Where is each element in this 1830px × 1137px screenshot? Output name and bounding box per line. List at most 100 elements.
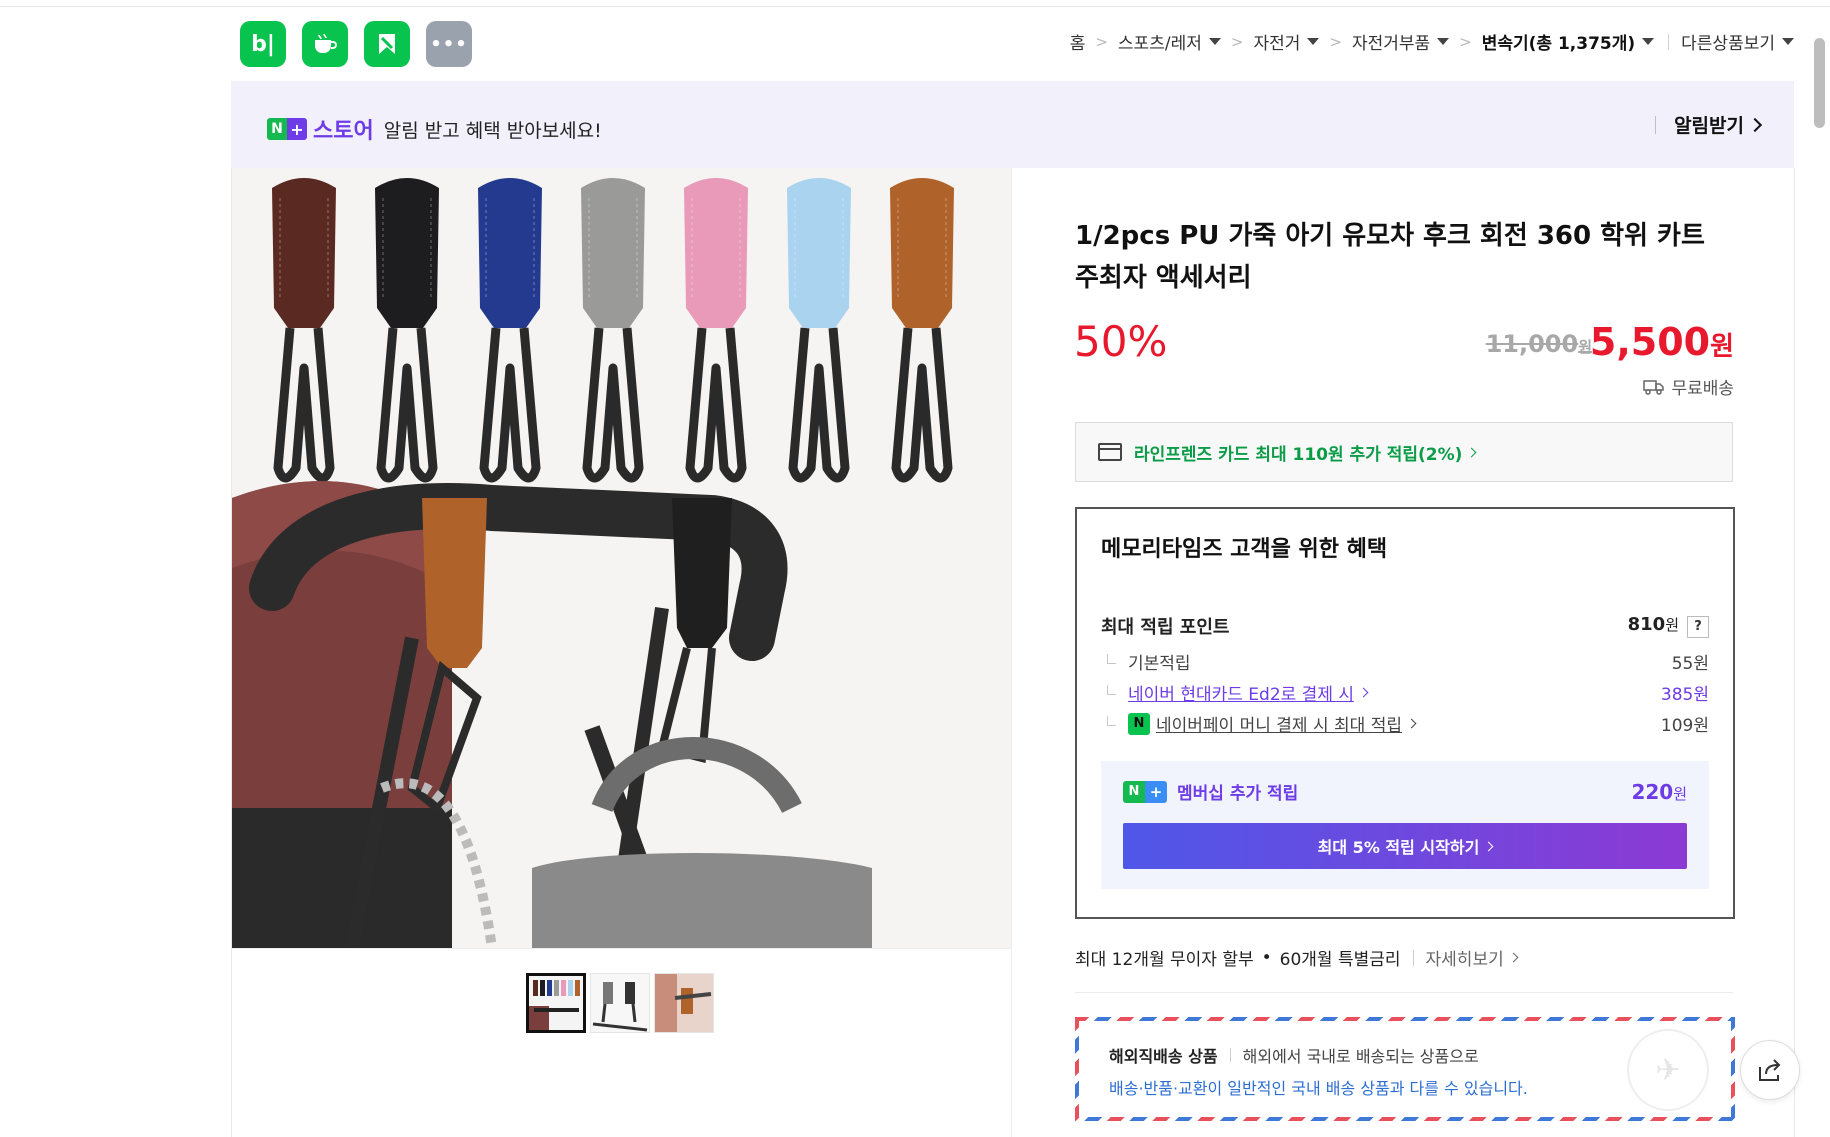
breadcrumb-home[interactable]: 홈 [1070, 29, 1086, 54]
caret-down-icon[interactable] [1782, 38, 1794, 45]
chevron-right-icon [1747, 117, 1763, 132]
blog-app-icon[interactable]: b| [240, 21, 286, 67]
product-title: 1/2pcs PU 가죽 아기 유모차 후크 회전 360 학위 카트 주최자 … [1075, 221, 1705, 293]
card-promo-banner[interactable]: 라인프렌즈 카드 최대 110원 추가 적립(2%) [1075, 422, 1733, 482]
breadcrumb-bicycle[interactable]: 자전거 [1253, 29, 1300, 54]
banner-divider [1655, 115, 1657, 134]
service-shortcuts: b| ••• [240, 21, 472, 67]
membership-value: 220 [1631, 779, 1674, 804]
other-products-link[interactable]: 다른상품보기 [1681, 29, 1775, 54]
badge-plus: + [1145, 780, 1167, 803]
column-divider [1011, 168, 1012, 1137]
tree-connector [1107, 653, 1116, 664]
overseas-desc: 해외에서 국내로 배송되는 상품으로 [1242, 1047, 1479, 1066]
naverpay-link[interactable]: 네이버페이 머니 결제 시 최대 적립 [1156, 711, 1402, 736]
original-price: 11,000원 [1486, 330, 1592, 358]
badge-n: N [1123, 780, 1145, 803]
banner-message: 알림 받고 혜택 받아보세요! [383, 119, 602, 142]
credit-card-icon [1098, 443, 1122, 461]
discount-rate: 50% [1074, 317, 1168, 366]
store-notification-banner: N + 스토어 알림 받고 혜택 받아보세요! 알림받기 [231, 81, 1794, 168]
membership-unit: 원 [1673, 784, 1687, 803]
original-price-value: 11,000 [1485, 330, 1579, 358]
cup-icon [315, 33, 337, 53]
chevron-right-icon [1483, 841, 1494, 851]
cafe-app-icon[interactable] [302, 21, 348, 67]
installment-more-link[interactable]: 자세히보기 [1425, 945, 1519, 970]
share-button[interactable] [1740, 1040, 1800, 1100]
membership-row: N + 멤버십 추가 적립 220원 [1123, 779, 1687, 804]
breadcrumb-separator: > [1459, 32, 1472, 51]
chevron-right-icon [1467, 447, 1477, 457]
stroller-hooks-photo [232, 168, 1011, 948]
installment-info: 최대 12개월 무이자 할부 • 60개월 특별금리 자세히보기 [1075, 945, 1519, 970]
membership-label: 멤버십 추가 적립 [1177, 784, 1299, 804]
caret-down-icon[interactable] [1642, 38, 1655, 45]
bookmark-app-icon[interactable] [364, 21, 410, 67]
subscribe-label: 알림받기 [1674, 115, 1744, 137]
tree-connector [1107, 684, 1116, 695]
store-logo: N + 스토어 알림 받고 혜택 받아보세요! [267, 113, 602, 145]
overseas-shipping-notice: 해외직배송 상품 해외에서 국내로 배송되는 상품으로 배송·반품·교환이 일반적… [1075, 1017, 1735, 1121]
caret-down-icon[interactable] [1437, 38, 1450, 45]
airplane-stamp-icon: ✈ [1627, 1029, 1709, 1111]
installment-text-1: 최대 12개월 무이자 할부 [1075, 950, 1254, 970]
image-divider [232, 948, 1011, 949]
top-divider [0, 6, 1830, 7]
basic-points-label: 기본적립 [1128, 654, 1191, 674]
thumbnail-3[interactable] [654, 973, 714, 1033]
max-points-value-wrap: 810원? [1628, 614, 1709, 638]
card-promo-text: 라인프렌즈 카드 최대 110원 추가 적립(2%) [1134, 444, 1463, 465]
tree-connector [1107, 715, 1116, 726]
shipping-info: 무료배송 [1643, 374, 1734, 399]
breadcrumb-separator: > [1095, 32, 1108, 51]
subscribe-button[interactable]: 알림받기 [1655, 111, 1763, 138]
hyundai-card-link[interactable]: 네이버 현대카드 Ed2로 결제 시 [1128, 680, 1354, 705]
breadcrumb-separator: > [1329, 32, 1342, 51]
breadcrumb-separator: > [1230, 32, 1244, 51]
naver-n-badge: N [267, 118, 287, 140]
content-border-right [1794, 168, 1795, 1137]
sale-price: 5,500원 [1590, 320, 1734, 364]
share-icon [1759, 1059, 1781, 1081]
max-points-label: 최대 적립 포인트 [1101, 617, 1230, 638]
scrollbar-thumb[interactable] [1814, 38, 1825, 128]
customer-benefits-box: 메모리타임즈 고객을 위한 혜택 최대 적립 포인트 810원? 기본적립 55… [1075, 507, 1735, 919]
sale-price-value: 5,500 [1589, 320, 1711, 364]
breadcrumb-current[interactable]: 변속기(총 1,375개) [1482, 29, 1635, 54]
installment-text-2: 60개월 특별금리 [1279, 950, 1401, 970]
help-icon[interactable]: ? [1687, 615, 1709, 638]
bookmark-icon [379, 34, 395, 54]
caret-down-icon[interactable] [1307, 38, 1320, 45]
basic-points-row: 기본적립 55원 [1101, 649, 1709, 674]
shipping-label: 무료배송 [1671, 379, 1734, 399]
plus-badge: + [287, 118, 307, 140]
store-name: 스토어 [313, 119, 374, 144]
section-divider [1075, 992, 1733, 993]
more-apps-icon[interactable]: ••• [426, 21, 472, 67]
naverpay-value: 109원 [1660, 716, 1709, 736]
caret-down-icon[interactable] [1208, 38, 1221, 45]
overseas-divider [1229, 1048, 1231, 1062]
start-membership-button[interactable]: 최대 5% 적립 시작하기 [1123, 823, 1687, 869]
benefits-heading: 메모리타임즈 고객을 위한 혜택 [1101, 537, 1388, 562]
installment-dot: • [1261, 947, 1272, 968]
product-main-image[interactable] [232, 168, 1011, 948]
breadcrumb-sports[interactable]: 스포츠/레저 [1118, 29, 1202, 54]
sale-price-unit: 원 [1710, 332, 1734, 362]
chevron-right-icon [1406, 718, 1417, 729]
installment-more-label: 자세히보기 [1425, 950, 1504, 970]
truck-icon [1643, 379, 1665, 395]
naverpay-icon: N [1128, 712, 1150, 735]
thumbnail-2[interactable] [590, 973, 650, 1033]
installment-divider [1412, 949, 1414, 966]
start-membership-label: 최대 5% 적립 시작하기 [1317, 838, 1480, 857]
overseas-line-1: 해외직배송 상품 해외에서 국내로 배송되는 상품으로 [1109, 1043, 1479, 1067]
breadcrumb-parts[interactable]: 자전거부품 [1352, 29, 1430, 54]
membership-badge: N + [1123, 780, 1167, 803]
breadcrumb: 홈 > 스포츠/레저 > 자전거 > 자전거부품 > 변속기(총 1,375개)… [1070, 29, 1794, 54]
image-thumbnails [526, 973, 714, 1033]
basic-points-value: 55원 [1671, 654, 1709, 674]
thumbnail-1[interactable] [526, 973, 586, 1033]
hyundai-card-row: 네이버 현대카드 Ed2로 결제 시 385원 [1101, 680, 1709, 705]
